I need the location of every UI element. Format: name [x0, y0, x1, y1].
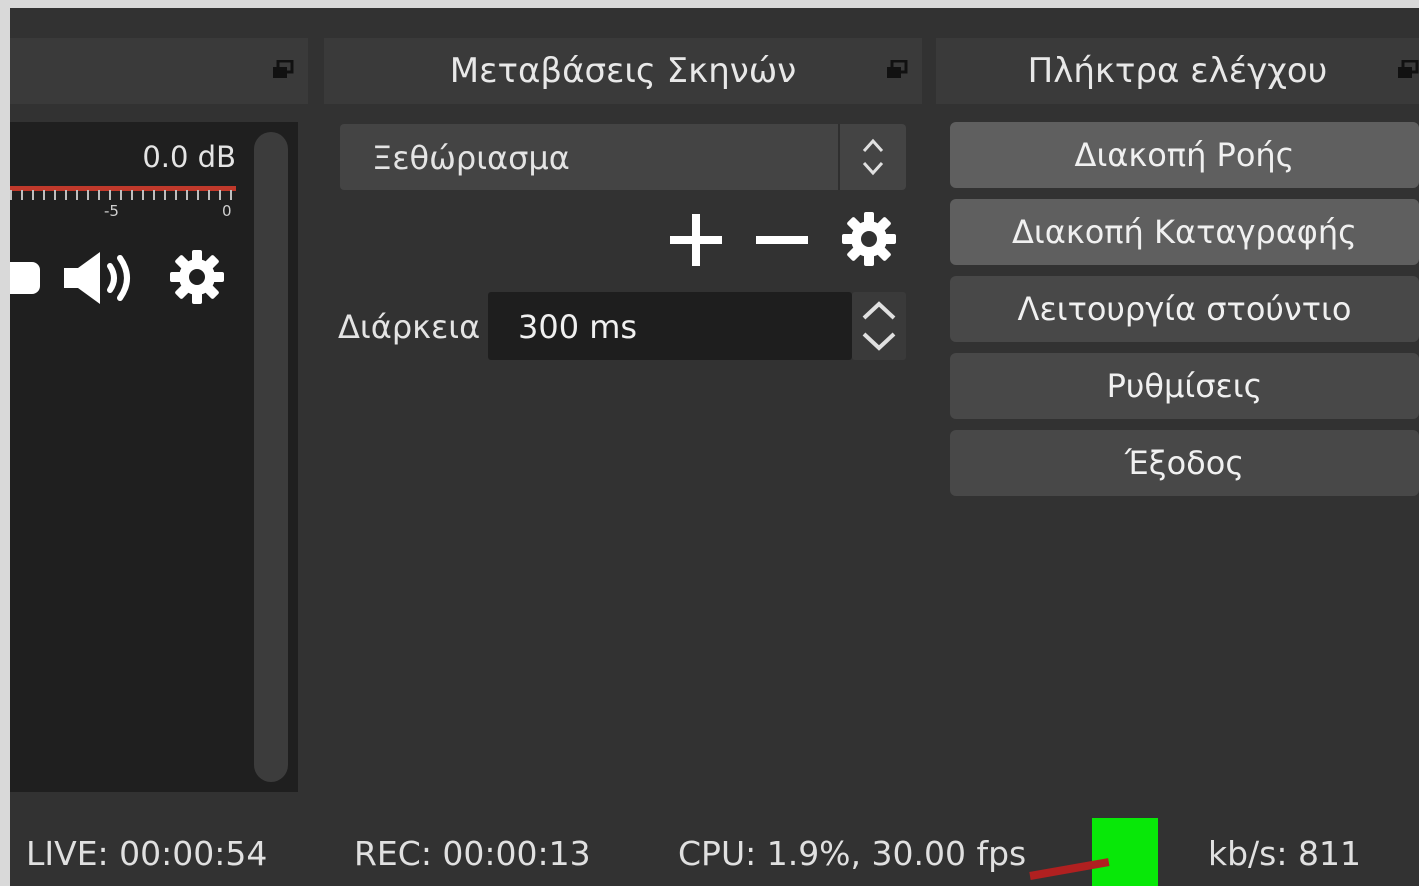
- add-transition-plus-icon[interactable]: [668, 212, 724, 272]
- mixer-scrollbar[interactable]: [254, 132, 288, 782]
- cpu-fps-status: CPU: 1.9%, 30.00 fps: [678, 834, 1027, 873]
- mixer-dock-title: [10, 38, 308, 104]
- volume-db-label: 0.0 dB: [142, 140, 236, 174]
- float-dock-icon[interactable]: [1397, 60, 1419, 80]
- volume-slider-handle[interactable]: [10, 262, 40, 294]
- settings-button[interactable]: Ρυθμίσεις: [950, 353, 1419, 419]
- transitions-title-text: Μεταβάσεις Σκηνών: [449, 51, 797, 91]
- bitrate-status: kb/s: 811: [1208, 834, 1361, 873]
- audio-mixer-panel: 0.0 dB -5 0: [10, 122, 298, 792]
- studio-mode-button[interactable]: Λειτουργία στούντιο: [950, 276, 1419, 342]
- remove-transition-minus-icon[interactable]: [754, 212, 810, 272]
- exit-button[interactable]: Έξοδος: [950, 430, 1419, 496]
- connection-status-indicator: [1092, 818, 1158, 886]
- updown-chevron-icon[interactable]: [838, 124, 906, 190]
- transition-select-value: Ξεθώριασμα: [372, 139, 570, 177]
- transition-select[interactable]: Ξεθώριασμα: [340, 124, 906, 190]
- tick-label-zero: 0: [222, 202, 232, 220]
- stop-streaming-button[interactable]: Διακοπή Ροής: [950, 122, 1419, 188]
- controls-title-text: Πλήκτρα ελέγχου: [1027, 51, 1328, 91]
- obs-window: 0.0 dB -5 0 Μεταβάσεις Σκηνών Ξεθώριασμα…: [10, 8, 1419, 886]
- meter-ticks: [10, 190, 236, 200]
- live-timer: LIVE: 00:00:54: [26, 834, 268, 873]
- speaker-icon[interactable]: [62, 248, 142, 312]
- stop-recording-button[interactable]: Διακοπή Καταγραφής: [950, 199, 1419, 265]
- duration-label: Διάρκεια: [338, 308, 481, 346]
- float-dock-icon[interactable]: [886, 60, 908, 80]
- transitions-dock-title: Μεταβάσεις Σκηνών: [324, 38, 922, 104]
- duration-spin-buttons[interactable]: [852, 292, 906, 360]
- transition-gear-icon[interactable]: [840, 210, 898, 272]
- controls-dock-title: Πλήκτρα ελέγχου: [936, 38, 1419, 104]
- duration-input[interactable]: 300 ms: [488, 292, 852, 360]
- float-dock-icon[interactable]: [272, 60, 294, 80]
- mixer-gear-icon[interactable]: [168, 248, 226, 310]
- duration-value: 300 ms: [518, 308, 638, 346]
- tick-label-minus5: -5: [104, 202, 119, 220]
- rec-timer: REC: 00:00:13: [354, 834, 591, 873]
